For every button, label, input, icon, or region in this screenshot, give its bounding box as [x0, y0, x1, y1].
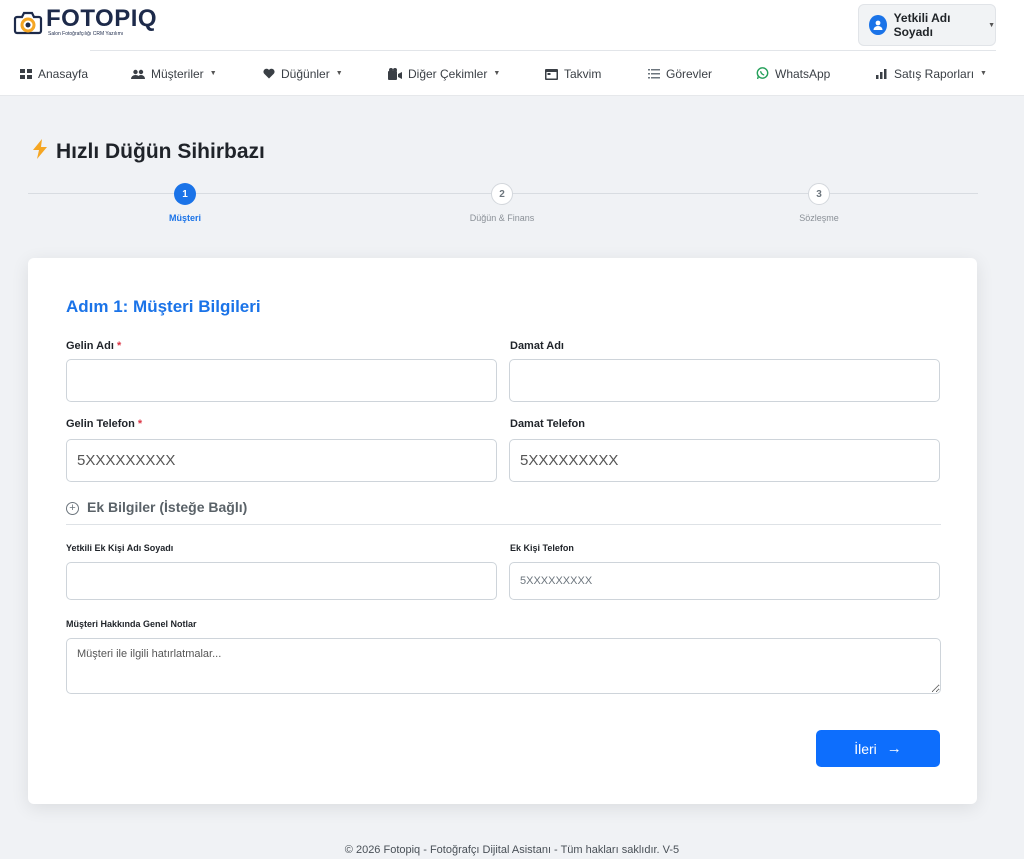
grid-icon — [20, 68, 32, 79]
brand-name: FOTOPIQ — [46, 5, 158, 32]
required-mark: * — [137, 418, 143, 430]
damat-telefon-label: Damat Telefon — [510, 418, 585, 430]
main-navigation: Anasayfa Müşteriler ▼ Düğünler ▼ Diğer Ç… — [0, 51, 1024, 96]
nav-label: WhatsApp — [775, 66, 831, 81]
chevron-down-icon: ▼ — [980, 70, 987, 77]
next-button[interactable]: İleri → — [816, 730, 940, 767]
page-title: Hızlı Düğün Sihirbazı — [56, 139, 265, 163]
footer-text: © 2026 Fotopiq - Fotoğrafçı Dijital Asis… — [344, 844, 680, 856]
wizard-header: Hızlı Düğün Sihirbazı — [32, 139, 265, 164]
brand-logo[interactable]: FOTOPIQ Salon Fotoğrafçılığı CRM Yazılım… — [12, 6, 157, 38]
user-name: Yetkili Adı Soyadı — [893, 11, 951, 39]
step-label: Müşteri — [168, 213, 201, 223]
notlar-textarea[interactable] — [66, 638, 941, 694]
chevron-down-icon: ▼ — [988, 21, 995, 29]
ek-kisi-telefon-input[interactable] — [509, 562, 940, 600]
top-header: FOTOPIQ Salon Fotoğrafçılığı CRM Yazılım… — [0, 0, 1024, 51]
gelin-telefon-input[interactable] — [66, 439, 497, 482]
damat-adi-label: Damat Adı — [510, 340, 564, 352]
required-mark: * — [116, 340, 122, 352]
nav-whatsapp[interactable]: WhatsApp — [756, 51, 830, 96]
user-avatar-icon — [869, 15, 887, 35]
whatsapp-icon — [756, 67, 769, 80]
users-icon — [131, 69, 145, 79]
step-3[interactable]: 3 Sözleşme — [759, 183, 879, 223]
camera-logo-icon — [12, 6, 44, 38]
nav-satis-raporlari[interactable]: Satış Raporları ▼ — [876, 51, 987, 96]
user-menu-button[interactable]: Yetkili Adı Soyadı ▼ — [858, 4, 996, 46]
plus-circle-icon: + — [66, 502, 79, 515]
nav-diger-cekimler[interactable]: Diğer Çekimler ▼ — [388, 51, 500, 96]
camera-icon — [388, 67, 402, 80]
list-icon — [648, 68, 660, 79]
gelin-adi-input[interactable] — [66, 359, 497, 402]
ek-kisi-adi-input[interactable] — [66, 562, 497, 600]
damat-adi-input[interactable] — [509, 359, 940, 402]
nav-takvim[interactable]: Takvim — [545, 51, 601, 96]
nav-label: Satış Raporları — [894, 66, 975, 81]
nav-label: Görevler — [666, 66, 713, 81]
step-1[interactable]: 1 Müşteri — [125, 183, 245, 223]
nav-dugunler[interactable]: Düğünler ▼ — [263, 51, 343, 96]
form-card: Adım 1: Müşteri Bilgileri Gelin Adı * Da… — [28, 258, 977, 804]
nav-label: Diğer Çekimler — [408, 66, 488, 81]
calendar-icon — [545, 68, 558, 80]
chevron-down-icon: ▼ — [335, 70, 343, 77]
gelin-telefon-label: Gelin Telefon * — [66, 418, 143, 430]
nav-anasayfa[interactable]: Anasayfa — [20, 51, 88, 96]
step-number: 3 — [808, 183, 830, 205]
chevron-down-icon: ▼ — [493, 70, 501, 77]
step-label: Sözleşme — [799, 213, 839, 223]
bar-chart-icon — [876, 68, 888, 79]
arrow-right-icon: → — [886, 740, 902, 757]
step-2[interactable]: 2 Düğün & Finans — [442, 183, 562, 223]
damat-telefon-input[interactable] — [509, 439, 940, 482]
form-title: Adım 1: Müşteri Bilgileri — [66, 297, 261, 316]
step-number: 2 — [491, 183, 513, 205]
gelin-adi-label: Gelin Adı * — [66, 340, 122, 352]
next-button-label: İleri — [854, 740, 877, 757]
nav-label: Anasayfa — [38, 66, 89, 81]
lightning-icon — [32, 139, 48, 164]
chevron-down-icon: ▼ — [209, 70, 217, 77]
nav-label: Takvim — [564, 66, 602, 81]
step-label: Düğün & Finans — [469, 213, 535, 223]
ek-kisi-telefon-label: Ek Kişi Telefon — [510, 543, 574, 553]
notlar-label: Müşteri Hakkında Genel Notlar — [66, 619, 197, 629]
ek-bilgiler-toggle[interactable]: + Ek Bilgiler (İsteğe Bağlı) — [66, 499, 941, 525]
nav-musteriler[interactable]: Müşteriler ▼ — [131, 51, 217, 96]
nav-gorevler[interactable]: Görevler — [648, 51, 712, 96]
nav-label: Müşteriler — [151, 66, 204, 81]
ek-bilgiler-label: Ek Bilgiler (İsteğe Bağlı) — [87, 499, 248, 515]
heart-icon — [263, 68, 275, 79]
nav-label: Düğünler — [281, 66, 330, 81]
step-number: 1 — [174, 183, 196, 205]
ek-kisi-adi-label: Yetkili Ek Kişi Adı Soyadı — [66, 543, 174, 553]
